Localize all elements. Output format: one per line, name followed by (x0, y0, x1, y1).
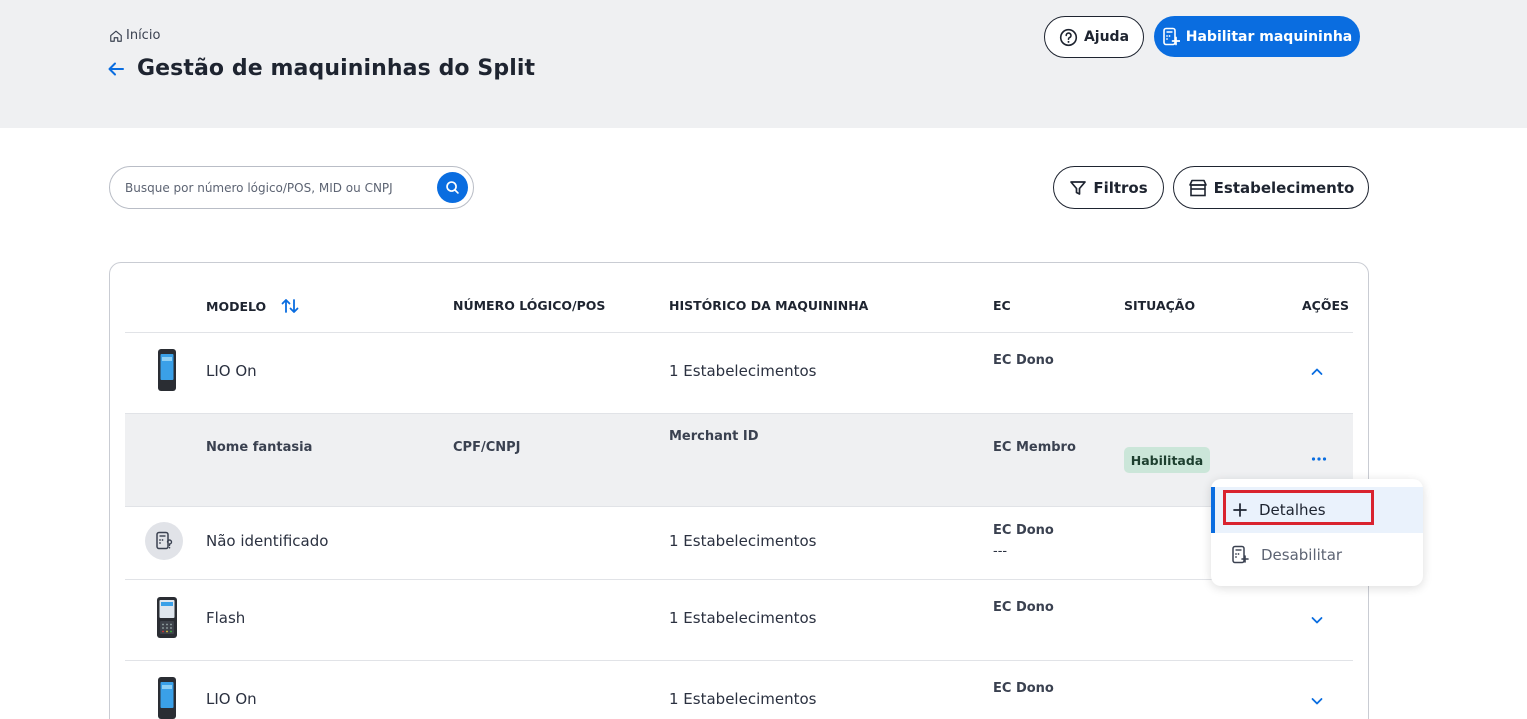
row-ec: EC Dono (993, 681, 1054, 696)
breadcrumb[interactable]: Início (109, 28, 160, 43)
terminal-add-icon (1162, 27, 1180, 45)
search-box (109, 166, 474, 209)
search-button[interactable] (437, 172, 468, 203)
establishment-button-label: Estabelecimento (1213, 178, 1355, 197)
row-ec: EC Dono (993, 353, 1054, 368)
column-header-model[interactable]: MODELO (206, 298, 300, 314)
chevron-down-icon[interactable] (1310, 694, 1324, 708)
sort-icon[interactable] (280, 298, 300, 314)
lio-on-device-icon (158, 349, 176, 391)
flash-device-icon (157, 597, 177, 638)
page-title: Gestão de maquininhas do Split (137, 56, 536, 81)
status-badge: Habilitada (1124, 447, 1210, 473)
row-history[interactable]: 1 Estabelecimentos (669, 362, 816, 380)
actions-menu: Detalhes Desabilitar (1211, 479, 1423, 586)
filters-button-label: Filtros (1093, 178, 1148, 197)
help-button[interactable]: Ajuda (1044, 16, 1144, 58)
divider (125, 332, 1353, 333)
row-ec: EC Dono (993, 600, 1054, 615)
enable-terminal-button[interactable]: Habilitar maquininha (1154, 16, 1360, 57)
detail-merchant-id: Merchant ID (669, 429, 759, 444)
divider (125, 506, 1353, 507)
column-header-history: HISTÓRICO DA MAQUININHA (669, 298, 869, 313)
back-arrow-icon[interactable] (105, 58, 127, 80)
search-input[interactable] (125, 180, 415, 195)
chevron-down-icon[interactable] (1310, 613, 1324, 627)
unknown-device-icon (145, 522, 183, 560)
column-header-actions: AÇÕES (1302, 298, 1350, 313)
detail-document: CPF/CNPJ (453, 440, 521, 455)
column-header-ec: EC (993, 298, 1011, 313)
row-history[interactable]: 1 Estabelecimentos (669, 532, 816, 550)
terminal-disable-icon (1232, 545, 1249, 564)
disable-menu-label: Desabilitar (1261, 546, 1343, 564)
chevron-up-icon[interactable] (1310, 365, 1324, 379)
filter-icon (1070, 180, 1087, 195)
disable-menu-item[interactable]: Desabilitar (1211, 532, 1423, 578)
row-history[interactable]: 1 Estabelecimentos (669, 690, 816, 708)
help-icon (1059, 28, 1078, 46)
divider (125, 660, 1353, 661)
plus-icon (1233, 503, 1247, 517)
row-ec-value: --- (993, 544, 1008, 559)
row-history[interactable]: 1 Estabelecimentos (669, 609, 816, 627)
search-icon (446, 181, 459, 194)
row-model: Não identificado (206, 532, 329, 550)
store-icon (1188, 179, 1207, 196)
row-ec: EC Dono (993, 523, 1054, 538)
details-menu-label: Detalhes (1259, 501, 1326, 519)
row-model: Flash (206, 609, 246, 627)
row-model: LIO On (206, 690, 257, 708)
details-menu-item[interactable]: Detalhes (1211, 487, 1423, 533)
divider (125, 579, 1353, 580)
column-header-status: SITUAÇÃO (1124, 298, 1196, 313)
detail-trade-name: Nome fantasia (206, 440, 313, 455)
establishment-button[interactable]: Estabelecimento (1173, 166, 1369, 209)
column-header-logical-number: NÚMERO LÓGICO/POS (453, 298, 606, 313)
lio-on-device-icon (158, 677, 176, 719)
help-button-label: Ajuda (1083, 29, 1130, 45)
detail-ec-member: EC Membro (993, 440, 1076, 455)
more-actions-icon[interactable] (1310, 451, 1328, 467)
home-icon (110, 30, 122, 42)
breadcrumb-home-label[interactable]: Início (126, 28, 160, 43)
row-model: LIO On (206, 362, 257, 380)
enable-terminal-label: Habilitar maquininha (1185, 28, 1353, 45)
filters-button[interactable]: Filtros (1053, 166, 1164, 209)
